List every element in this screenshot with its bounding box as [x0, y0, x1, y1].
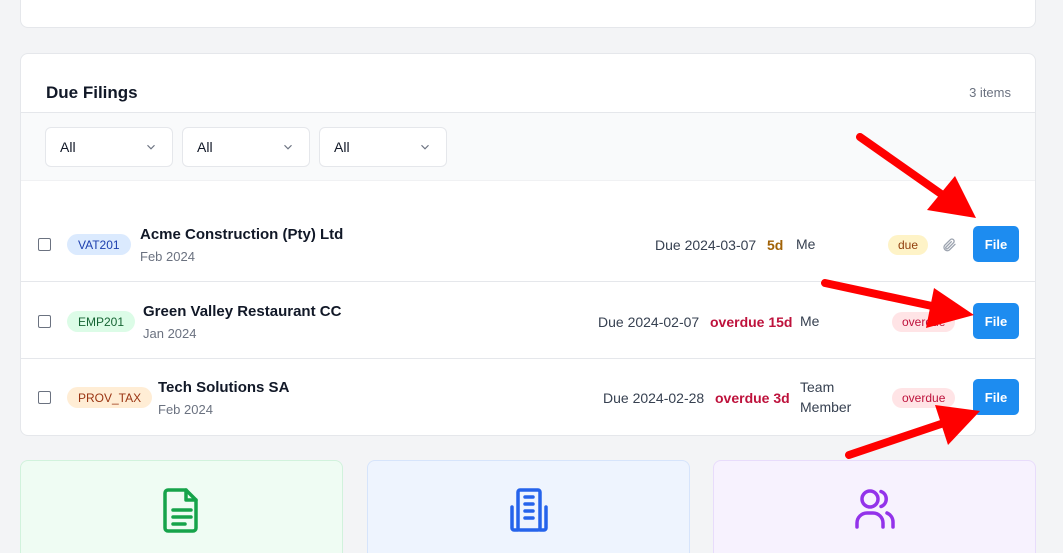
owner-label: Me	[800, 313, 820, 329]
status-badge: due	[888, 235, 929, 255]
company-name: Tech Solutions SA	[158, 379, 290, 396]
period-label: Jan 2024	[143, 326, 197, 341]
filing-row: PROV_TAX Tech Solutions SA Feb 2024 Due …	[21, 359, 1035, 435]
filter-select-3-value: All	[334, 138, 350, 155]
due-date: Due 2024-02-07	[598, 314, 700, 330]
document-icon	[163, 488, 198, 533]
period-label: Feb 2024	[140, 249, 195, 264]
tax-type-tag: EMP201	[67, 311, 136, 332]
users-icon	[855, 489, 895, 529]
status-badge: overdue	[892, 312, 956, 332]
filter-select-1-value: All	[60, 138, 76, 155]
period-label: Feb 2024	[158, 402, 213, 417]
file-button[interactable]: File	[973, 226, 1019, 262]
file-button[interactable]: File	[973, 303, 1019, 339]
filings-list: VAT201 Acme Construction (Pty) Ltd Feb 2…	[21, 182, 1035, 435]
days-remaining: overdue 15d	[710, 314, 793, 330]
items-count: 3 items	[969, 84, 1011, 100]
filing-row: EMP201 Green Valley Restaurant CC Jan 20…	[21, 282, 1035, 359]
blue-card[interactable]	[367, 460, 690, 553]
chevron-down-icon	[284, 144, 292, 150]
owner-label: Team Member	[800, 377, 851, 417]
filter-select-2[interactable]: All	[182, 126, 310, 167]
tax-type-tag: VAT201	[67, 234, 131, 255]
due-filings-panel: Due Filings 3 items All All All VAT201 A…	[20, 53, 1036, 436]
purple-card[interactable]	[713, 460, 1036, 553]
chevron-down-icon	[421, 144, 429, 150]
filter-select-2-value: All	[197, 138, 213, 155]
filing-row: VAT201 Acme Construction (Pty) Ltd Feb 2…	[21, 182, 1035, 282]
paperclip-icon[interactable]	[941, 237, 957, 253]
company-name: Green Valley Restaurant CC	[143, 303, 342, 320]
days-remaining: 5d	[767, 237, 784, 253]
building-icon	[510, 488, 548, 532]
owner-label: Me	[796, 236, 816, 252]
due-date: Due 2024-03-07	[655, 237, 757, 253]
days-remaining: overdue 3d	[715, 390, 790, 406]
chevron-down-icon	[147, 144, 155, 150]
owner-line-1: Team	[800, 379, 835, 395]
row-checkbox[interactable]	[38, 238, 51, 251]
company-name: Acme Construction (Pty) Ltd	[140, 226, 344, 243]
row-checkbox[interactable]	[38, 391, 51, 404]
filter-bar: All All All	[21, 113, 1035, 181]
tax-type-tag: PROV_TAX	[67, 387, 153, 408]
row-checkbox[interactable]	[38, 315, 51, 328]
file-button[interactable]: File	[973, 379, 1019, 415]
due-date: Due 2024-02-28	[603, 390, 705, 406]
panel-title: Due Filings	[46, 83, 138, 102]
owner-line-2: Member	[800, 399, 852, 415]
filter-select-3[interactable]: All	[319, 126, 447, 167]
filter-select-1[interactable]: All	[45, 126, 173, 167]
panel-header: Due Filings 3 items	[21, 54, 1035, 113]
status-badge: overdue	[892, 388, 956, 408]
green-card[interactable]	[20, 460, 343, 553]
top-card	[20, 0, 1036, 28]
